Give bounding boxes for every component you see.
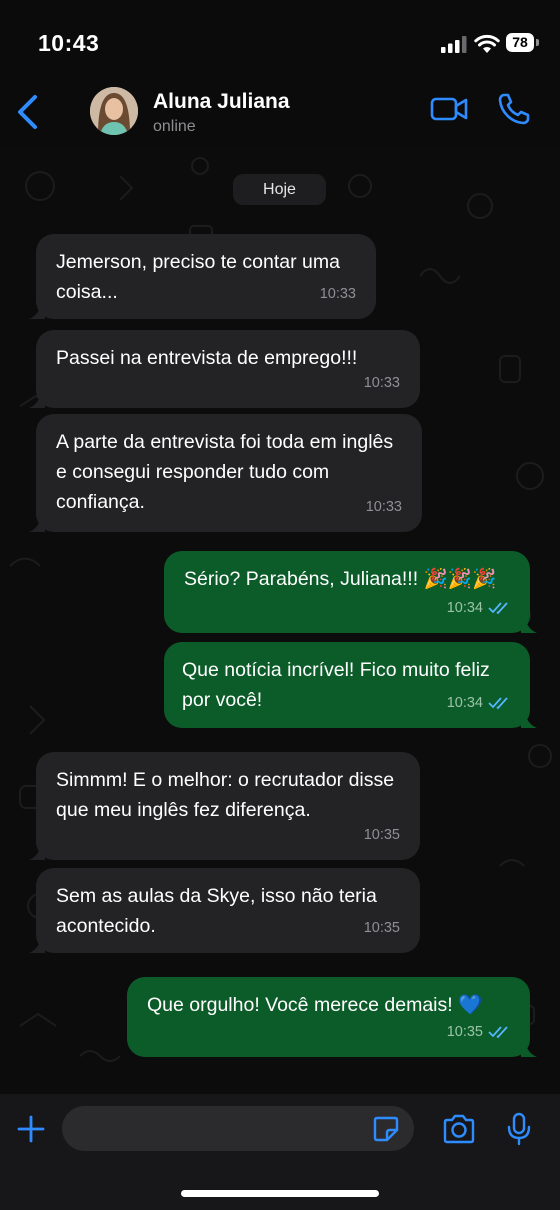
double-check-icon (488, 1026, 508, 1039)
message-time: 10:35 (446, 1024, 483, 1040)
plus-icon[interactable] (16, 1114, 46, 1144)
status-bar: 10:43 78 (0, 0, 560, 84)
message-incoming[interactable]: A parte da entrevista foi toda em inglês… (29, 414, 422, 532)
message-incoming[interactable]: Jemerson, preciso te contar uma coisa...… (29, 234, 376, 319)
message-time: 10:33 (363, 375, 400, 391)
sticker-icon[interactable] (372, 1115, 400, 1143)
input-bar (0, 1094, 560, 1210)
message-text: Que orgulho! Você merece demais! 💙 (147, 994, 483, 1016)
message-text: Passei na entrevista de emprego!!! (56, 347, 358, 369)
message-incoming[interactable]: Sem as aulas da Skye, isso não teria aco… (29, 868, 420, 953)
message-time: 10:34 (446, 600, 483, 616)
chat-area[interactable]: Hoje Jemerson, preciso te contar uma coi… (0, 146, 560, 1094)
message-outgoing[interactable]: Que notícia incrível! Fico muito feliz p… (164, 642, 537, 728)
message-incoming[interactable]: Simmm! E o melhor: o recrutador disse qu… (29, 752, 420, 860)
message-text: Simmm! E o melhor: o recrutador disse qu… (56, 769, 395, 821)
battery-level: 78 (506, 33, 534, 52)
signal-icon (441, 36, 467, 53)
status-time: 10:43 (38, 30, 100, 56)
message-time: 10:33 (365, 499, 402, 515)
message-time: 10:33 (319, 286, 356, 302)
contact-name[interactable]: Aluna Juliana (153, 90, 290, 114)
message-incoming[interactable]: Passei na entrevista de emprego!!! 10:33 (29, 330, 420, 408)
camera-icon[interactable] (442, 1114, 476, 1144)
message-text: A parte da entrevista foi toda em inglês… (56, 431, 394, 513)
message-text: Sério? Parabéns, Juliana!!! 🎉🎉🎉 (184, 568, 497, 590)
message-time: 10:34 (446, 695, 483, 711)
double-check-icon (488, 697, 508, 710)
microphone-icon[interactable] (506, 1112, 532, 1146)
home-indicator[interactable] (181, 1190, 379, 1197)
phone-icon[interactable] (497, 92, 531, 126)
message-text: Jemerson, preciso te contar uma coisa... (56, 251, 340, 303)
message-input[interactable] (62, 1106, 414, 1151)
date-chip: Hoje (233, 174, 326, 205)
wifi-icon (474, 34, 500, 53)
message-outgoing[interactable]: Sério? Parabéns, Juliana!!! 🎉🎉🎉 10:34 (164, 551, 537, 633)
message-time: 10:35 (363, 920, 400, 936)
message-outgoing[interactable]: Que orgulho! Você merece demais! 💙 10:35 (127, 977, 537, 1057)
double-check-icon (488, 602, 508, 615)
video-camera-icon[interactable] (430, 94, 468, 124)
message-text: Sem as aulas da Skye, isso não teria aco… (56, 885, 377, 937)
back-chevron-icon[interactable] (10, 90, 44, 134)
chat-header: Aluna Juliana online (0, 84, 560, 146)
message-time: 10:35 (363, 827, 400, 843)
contact-status: online (153, 118, 196, 135)
battery-icon: 78 (506, 33, 540, 52)
avatar[interactable] (90, 87, 138, 135)
